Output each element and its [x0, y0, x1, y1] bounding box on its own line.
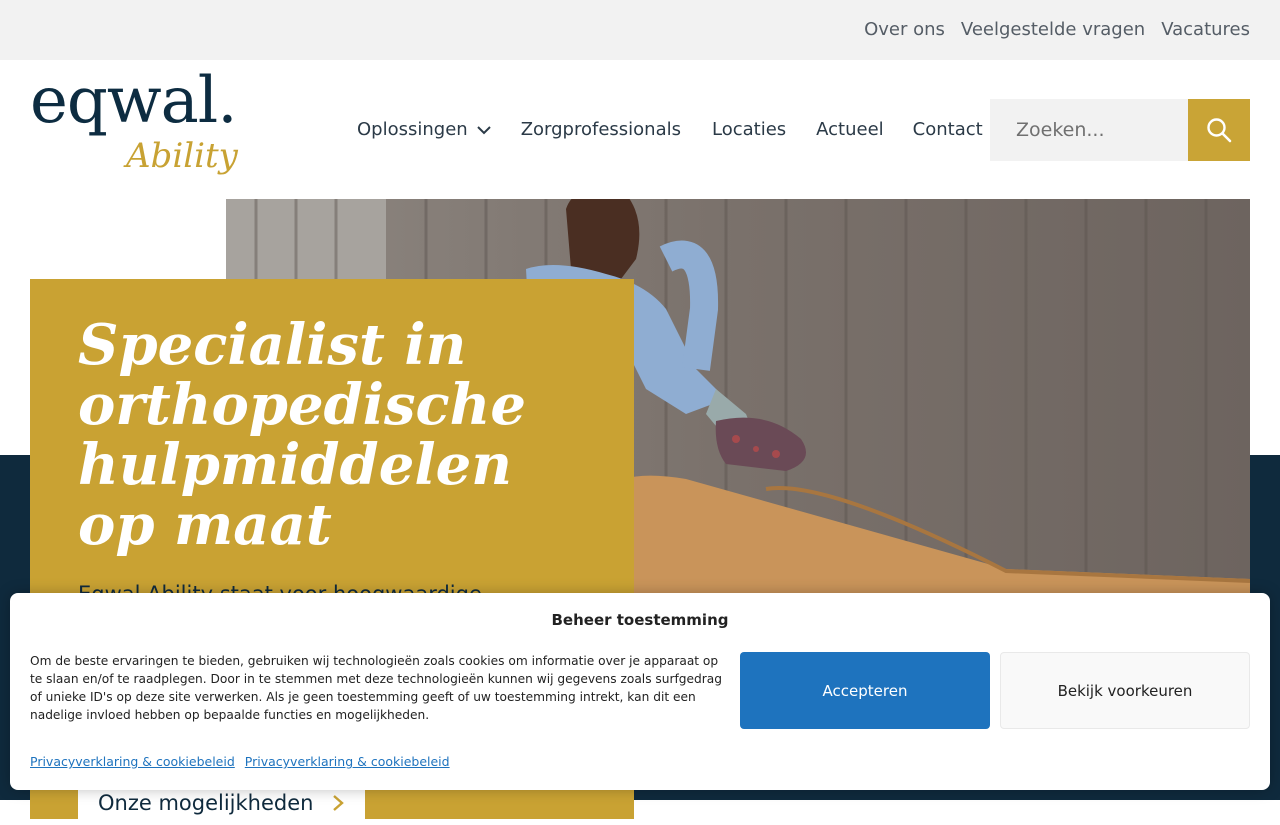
logo-subtitle: Ability	[126, 136, 238, 176]
hero-cta-label: Onze mogelijkheden	[98, 791, 314, 815]
view-preferences-button[interactable]: Bekijk voorkeuren	[1000, 652, 1250, 729]
privacy-policy-link-2[interactable]: Privacyverklaring & cookiebeleid	[245, 754, 450, 769]
logo[interactable]: eqwal. Ability	[30, 64, 250, 184]
search-icon	[1207, 118, 1232, 143]
top-links: Over ons Veelgestelde vragen Vacatures	[848, 17, 1250, 43]
top-link-over-ons[interactable]: Over ons	[864, 17, 945, 43]
nav-item-zorgprofessionals[interactable]: Zorgprofessionals	[521, 118, 681, 142]
nav-item-locaties[interactable]: Locaties	[712, 118, 786, 142]
nav-item-label: Oplossingen	[357, 119, 468, 140]
search-box	[990, 99, 1250, 161]
main-nav: Oplossingen Zorgprofessionals Locaties A…	[357, 118, 983, 142]
hero-title: Specialist in orthopedische hulpmiddelen…	[78, 312, 526, 558]
chevron-down-icon	[476, 126, 491, 135]
top-link-vacatures[interactable]: Vacatures	[1161, 17, 1250, 43]
cookie-links: Privacyverklaring & cookiebeleid Privacy…	[30, 754, 450, 769]
accept-button[interactable]: Accepteren	[740, 652, 990, 729]
cookie-message: Om de beste ervaringen te bieden, gebrui…	[30, 654, 722, 722]
cookie-consent-dialog: Beheer toestemming Om de beste ervaringe…	[10, 593, 1270, 790]
nav-item-contact[interactable]: Contact	[913, 118, 983, 142]
top-utility-bar: Over ons Veelgestelde vragen Vacatures	[0, 0, 1280, 60]
top-link-faq[interactable]: Veelgestelde vragen	[961, 17, 1145, 43]
search-button[interactable]	[1188, 99, 1250, 161]
nav-item-oplossingen[interactable]: Oplossingen	[357, 118, 492, 142]
logo-wordmark: eqwal.	[30, 64, 238, 138]
nav-item-actueel[interactable]: Actueel	[816, 118, 884, 142]
privacy-policy-link[interactable]: Privacyverklaring & cookiebeleid	[30, 754, 235, 769]
chevron-right-icon	[333, 795, 345, 811]
search-input[interactable]	[990, 99, 1188, 161]
cookie-title: Beheer toestemming	[551, 611, 729, 629]
